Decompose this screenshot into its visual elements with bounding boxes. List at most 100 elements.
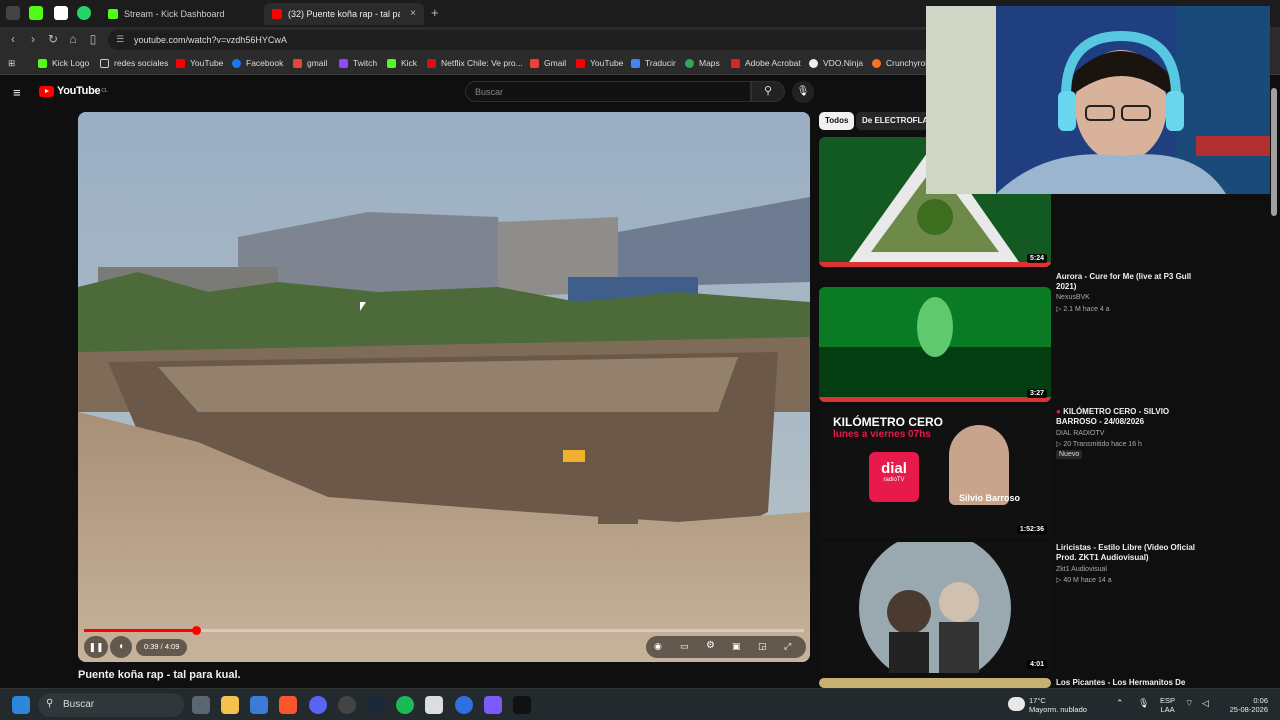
kick-icon (108, 9, 118, 19)
discord-icon[interactable] (309, 696, 327, 714)
bookmark-icon[interactable]: ▯ (85, 32, 101, 46)
related-video-title[interactable]: Liricistas - Estilo Libre (Video Oficial… (1056, 543, 1206, 563)
related-video-thumbnail[interactable]: 3:27 (819, 287, 1051, 402)
related-video-thumbnail[interactable]: KILÓMETRO CERO lunes a viernes 07hs dial… (819, 407, 1051, 538)
related-video-thumbnail[interactable] (819, 678, 1051, 688)
bookmark-kick[interactable]: Kick (387, 58, 417, 68)
bookmark-label: Kick Logo (52, 58, 90, 68)
subtitles-icon[interactable]: ▭ (680, 641, 689, 652)
weather-desc: Mayorm. nublado (1029, 705, 1087, 714)
weather-widget[interactable]: 17°C Mayorm. nublado (1029, 696, 1087, 714)
related-video-title[interactable]: Los Picantes - Los Hermanitos De (1056, 678, 1206, 688)
player-controls-right: ◉ ▭ ⚙ ▣ ◲ ⤢ (646, 636, 806, 658)
bookmark-vdo-ninja[interactable]: VDO.Ninja (809, 58, 863, 68)
task-view-icon[interactable] (192, 696, 210, 714)
gmail-pinned-icon[interactable] (54, 6, 68, 20)
bookmark-adobe-acrobat[interactable]: Adobe Acrobat (731, 58, 801, 68)
taskbar-search-label: Buscar (63, 699, 95, 710)
home-button[interactable]: ⌂ (65, 32, 81, 46)
scrollbar[interactable] (1271, 88, 1277, 216)
site-info-icon[interactable]: ☰ (116, 34, 124, 45)
thumbnail-art (819, 542, 1051, 673)
bookmark-youtube[interactable]: YouTube (176, 58, 223, 68)
bookmark-youtube-2[interactable]: YouTube (576, 58, 623, 68)
channel-name[interactable]: DIAL RADIOTV (1056, 430, 1104, 437)
fullscreen-icon[interactable]: ⤢ (784, 641, 791, 652)
tray-chevron-icon[interactable]: ⌃ (1116, 699, 1124, 708)
volume-icon[interactable]: ◁ (1202, 699, 1209, 708)
bookmark-netflix[interactable]: Netflix Chile: Ve pro... (427, 58, 523, 68)
kick-pinned-icon[interactable] (29, 6, 43, 20)
related-video-title[interactable]: Aurora - Cure for Me (live at P3 Gull 20… (1056, 272, 1206, 292)
settings-gear-icon[interactable]: ⚙ (706, 640, 715, 651)
url-input[interactable]: ☰ youtube.com/watch?v=vzdh56HYCwA (108, 30, 948, 50)
progress-bar[interactable] (84, 626, 804, 635)
miniplayer-icon[interactable]: ▣ (732, 641, 741, 652)
title-text: KILÓMETRO CERO - SILVIO BARROSO - 24/08/… (1056, 407, 1170, 426)
new-tab-button[interactable]: + (431, 5, 439, 20)
microsoft-store-icon[interactable] (250, 696, 268, 714)
whatsapp-pinned-icon[interactable] (77, 6, 91, 20)
cast-icon[interactable]: ◲ (758, 641, 767, 652)
search-icon: ⚲ (46, 698, 54, 709)
back-button[interactable]: ‹ (5, 32, 21, 46)
bookmark-maps[interactable]: Maps (685, 58, 720, 68)
autoplay-toggle-icon[interactable]: ◉ (654, 641, 662, 652)
steam-icon[interactable] (367, 696, 385, 714)
channel-name[interactable]: NexusBVK (1056, 294, 1090, 301)
bookmark-label: redes sociales (114, 58, 169, 68)
dial-logo: dial radioTV (869, 452, 919, 502)
clock-date: 25-08-2026 (1229, 705, 1268, 714)
bookmark-kick-logo[interactable]: Kick Logo (38, 58, 89, 68)
bookmark-redes-sociales[interactable]: redes sociales (100, 58, 168, 68)
url-text: youtube.com/watch?v=vzdh56HYCwA (134, 35, 287, 45)
taskbar-search-input[interactable]: ⚲ Buscar (38, 693, 184, 717)
gmail-icon (530, 58, 539, 68)
app-icon[interactable] (425, 696, 443, 714)
thumbnail-art (819, 287, 1051, 402)
obs-icon[interactable] (338, 696, 356, 714)
tab-kick-dashboard[interactable]: Stream - Kick Dashboard (100, 3, 260, 25)
search-icon[interactable]: ⚲ (751, 81, 785, 102)
chip-todos[interactable]: Todos (819, 112, 855, 130)
capcut-icon[interactable] (513, 696, 531, 714)
youtube-icon (272, 9, 282, 19)
spotify-icon[interactable] (396, 696, 414, 714)
search-input[interactable]: Buscar (465, 81, 751, 102)
forward-button[interactable]: › (25, 32, 41, 46)
clock[interactable]: 0:06 25-08-2026 (1222, 696, 1268, 714)
tray-mic-icon[interactable]: 🎙 (1138, 699, 1149, 708)
brave-pinned-icon[interactable] (6, 6, 20, 20)
bookmark-label: Maps (699, 58, 720, 68)
brave-browser-icon[interactable] (279, 696, 297, 714)
reload-button[interactable]: ↻ (45, 32, 61, 46)
mic-icon[interactable]: 🎙 (792, 81, 814, 103)
close-tab-icon[interactable]: × (410, 8, 416, 19)
pause-button[interactable]: ❚❚ (84, 636, 108, 658)
menu-icon[interactable]: ≡ (13, 85, 21, 100)
app-icon[interactable] (455, 696, 473, 714)
bookmark-traducir[interactable]: Traducir (631, 58, 676, 68)
windows-start-icon[interactable] (12, 696, 30, 714)
language-indicator[interactable]: ESP LAA (1160, 696, 1175, 714)
file-explorer-icon[interactable] (221, 696, 239, 714)
related-video-title[interactable]: ● KILÓMETRO CERO - SILVIO BARROSO - 24/0… (1056, 407, 1206, 427)
bookmark-crunchyroll[interactable]: Crunchyroll (872, 58, 929, 68)
bookmark-gmail-2[interactable]: Gmail (530, 58, 566, 68)
related-video-thumbnail[interactable]: 4:01 (819, 542, 1051, 673)
app-icon[interactable] (484, 696, 502, 714)
bookmark-label: VDO.Ninja (823, 58, 864, 68)
bookmark-gmail[interactable]: gmail (293, 58, 327, 68)
bookmark-facebook[interactable]: Facebook (232, 58, 283, 68)
apps-grid-icon[interactable]: ⊞ (8, 58, 15, 69)
bookmark-twitch[interactable]: Twitch (339, 58, 377, 68)
video-player[interactable]: ❚❚ ◖ 0:39 / 4:09 ◉ ▭ ⚙ ▣ ◲ ⤢ (78, 112, 810, 662)
windows-taskbar: ⚲ Buscar 17°C Mayorm. nublado ⌃ 🎙 ESP LA… (0, 688, 1280, 720)
tab-youtube-video[interactable]: (32) Puente koña rap - tal par × (264, 3, 424, 25)
network-icon[interactable]: ⌔ (1185, 699, 1193, 708)
youtube-icon (576, 58, 585, 68)
channel-name[interactable]: Zkt1 Audiovisual (1056, 566, 1107, 573)
volume-icon[interactable]: ◖ (110, 636, 132, 658)
youtube-logo[interactable]: YouTube CL (39, 85, 108, 97)
netflix-icon (427, 58, 436, 68)
